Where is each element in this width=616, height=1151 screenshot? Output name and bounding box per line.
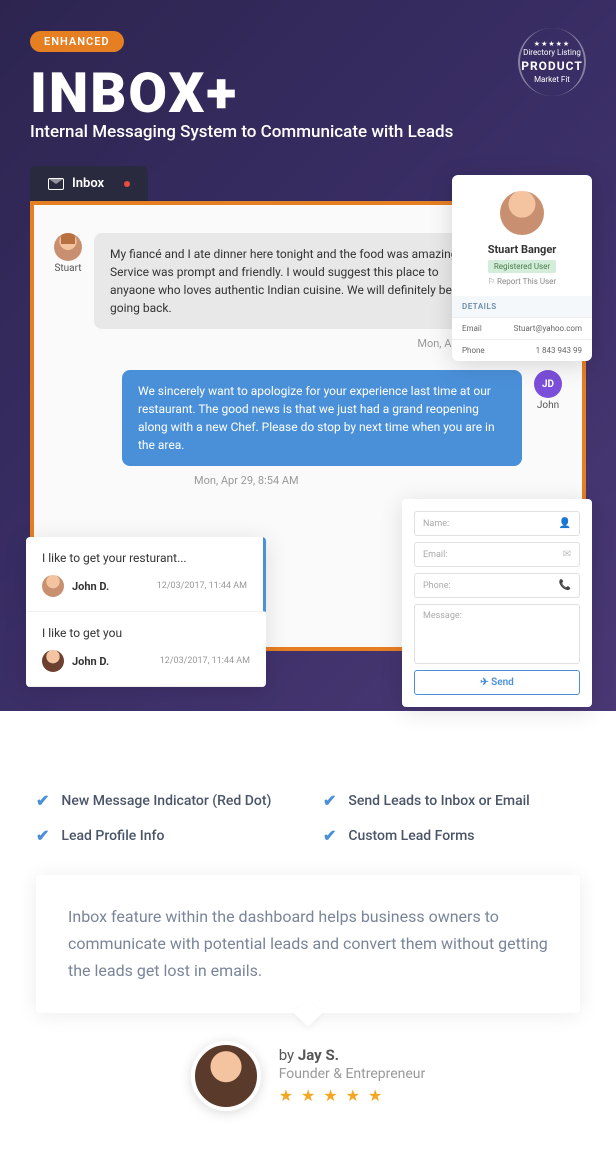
check-icon: ✔ xyxy=(323,826,336,845)
sender-name: John D. xyxy=(72,655,152,668)
message-date: 12/03/2017, 11:44 AM xyxy=(160,656,250,666)
lead-form: Name:👤 Email:✉ Phone:📞 Message: ✈ Send xyxy=(402,499,592,707)
author-name: by Jay S. xyxy=(279,1046,426,1064)
mail-icon xyxy=(48,178,64,190)
sender-name: John D. xyxy=(72,580,149,593)
check-icon: ✔ xyxy=(323,791,336,810)
name-field[interactable]: Name:👤 xyxy=(414,511,580,536)
message-row: JD John We sincerely want to apologize f… xyxy=(54,370,562,466)
features-grid: ✔New Message Indicator (Red Dot) ✔Send L… xyxy=(0,711,616,875)
send-button[interactable]: ✈ Send xyxy=(414,670,580,695)
feature-item: ✔Custom Lead Forms xyxy=(323,826,580,845)
phone-icon: 📞 xyxy=(559,580,571,591)
message-bubble: My fiancé and I ate dinner here tonight … xyxy=(94,233,494,329)
profile-card: Stuart Banger Registered User ⚐ Report T… xyxy=(452,175,592,361)
avatar xyxy=(191,1041,261,1111)
message-preview: I like to get you xyxy=(42,626,250,640)
avatar xyxy=(54,233,82,261)
envelope-icon: ✉ xyxy=(563,549,571,560)
timestamp: Mon, Apr 29, 8:54 AM xyxy=(194,474,562,487)
author-block: by Jay S. Founder & Entrepreneur ★ ★ ★ ★… xyxy=(36,1041,580,1111)
feature-item: ✔Send Leads to Inbox or Email xyxy=(323,791,580,810)
avatar xyxy=(42,575,64,597)
page-title: INBOX+ xyxy=(30,60,586,126)
author-role: Founder & Entrepreneur xyxy=(279,1066,426,1082)
details-header: DETAILS xyxy=(452,296,592,317)
testimonial-section: Inbox feature within the dashboard helps… xyxy=(0,875,616,1151)
avatar xyxy=(42,650,64,672)
list-item[interactable]: I like to get you John D. 12/03/2017, 11… xyxy=(26,612,266,687)
check-icon: ✔ xyxy=(36,826,49,845)
message-preview: I like to get your resturant... xyxy=(42,551,247,565)
enhanced-badge: ENHANCED xyxy=(30,31,124,52)
sender-name: John xyxy=(534,400,562,411)
profile-phone-row: Phone1 843 943 99 xyxy=(452,339,592,361)
sender-name: Stuart xyxy=(54,263,82,274)
inbox-tab-label: Inbox xyxy=(72,176,104,191)
testimonial-text: Inbox feature within the dashboard helps… xyxy=(68,903,548,985)
send-icon: ✈ xyxy=(480,677,488,688)
rating-stars: ★ ★ ★ ★ ★ xyxy=(279,1086,426,1105)
message-bubble: We sincerely want to apologize for your … xyxy=(122,370,522,466)
inbox-tab[interactable]: Inbox xyxy=(30,166,148,201)
user-icon: 👤 xyxy=(559,518,571,529)
profile-email-row: EmailStuart@yahoo.com xyxy=(452,317,592,339)
message-list: I like to get your resturant... John D. … xyxy=(26,537,266,687)
check-icon: ✔ xyxy=(36,791,49,810)
message-field[interactable]: Message: xyxy=(414,604,580,664)
mockup-container: Inbox Stuart My fiancé and I ate dinner … xyxy=(30,166,586,711)
avatar xyxy=(500,191,544,235)
avatar: JD xyxy=(534,370,562,398)
message-date: 12/03/2017, 11:44 AM xyxy=(157,581,247,591)
profile-tag: Registered User xyxy=(488,260,556,273)
chat-panel: Stuart My fiancé and I ate dinner here t… xyxy=(30,201,586,651)
phone-field[interactable]: Phone:📞 xyxy=(414,573,580,598)
list-item[interactable]: I like to get your resturant... John D. … xyxy=(26,537,266,612)
testimonial-box: Inbox feature within the dashboard helps… xyxy=(36,875,580,1013)
product-seal-badge: ★★★★★ Directory Listing PRODUCT Market F… xyxy=(518,28,586,96)
profile-name: Stuart Banger xyxy=(462,243,582,256)
page-subtitle: Internal Messaging System to Communicate… xyxy=(30,122,586,142)
feature-item: ✔Lead Profile Info xyxy=(36,826,293,845)
email-field[interactable]: Email:✉ xyxy=(414,542,580,567)
feature-item: ✔New Message Indicator (Red Dot) xyxy=(36,791,293,810)
hero-section: ★★★★★ Directory Listing PRODUCT Market F… xyxy=(0,0,616,711)
report-user-link[interactable]: ⚐ Report This User xyxy=(462,277,582,286)
notification-dot xyxy=(124,181,130,187)
